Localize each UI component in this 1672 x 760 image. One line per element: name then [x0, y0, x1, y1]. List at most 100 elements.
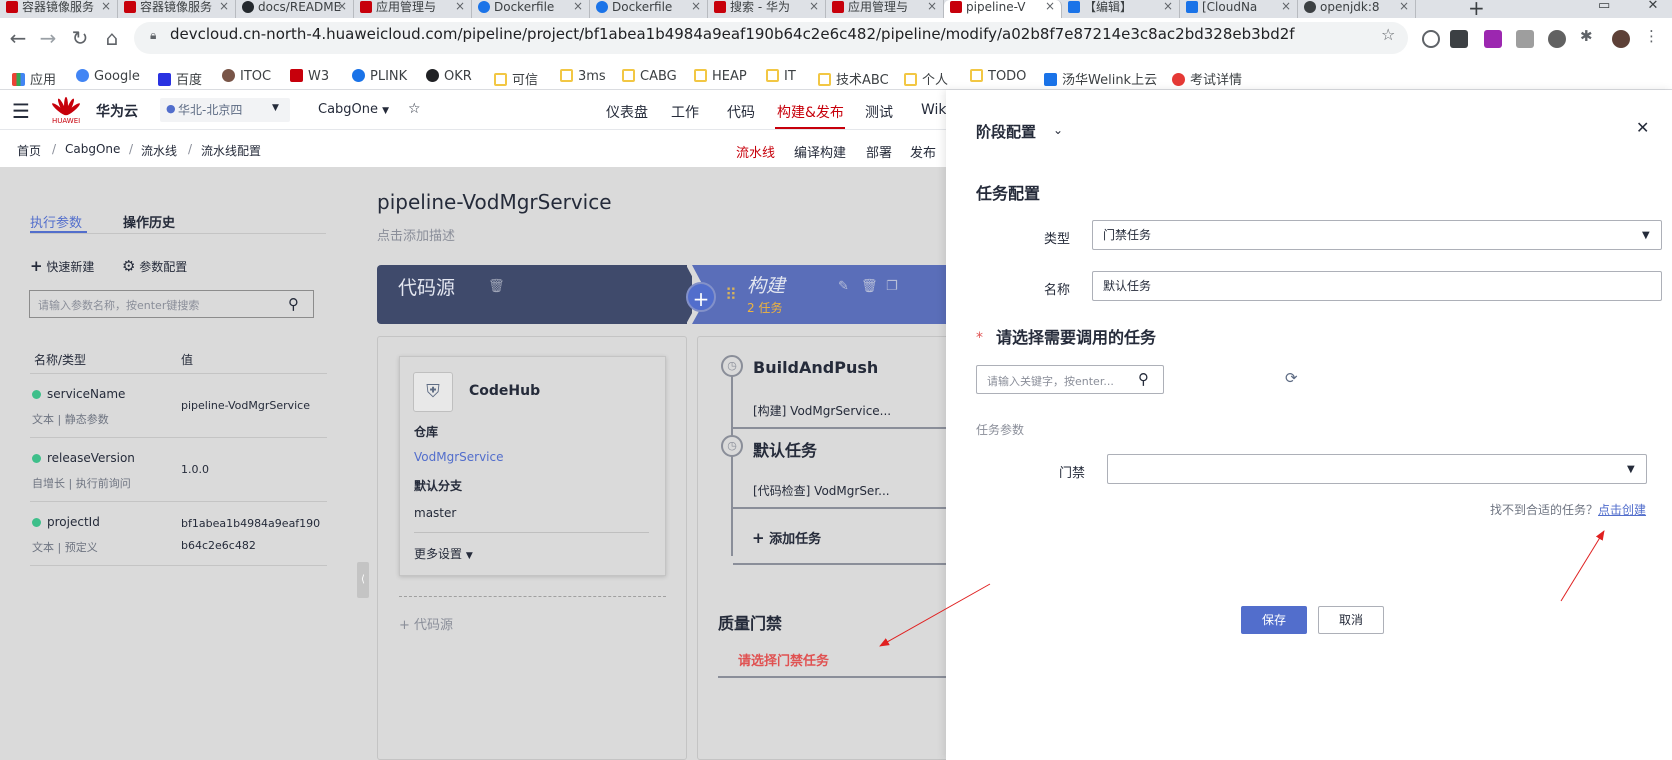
breadcrumb-project[interactable]: CabgOne — [65, 142, 120, 156]
browser-tab[interactable]: docs/README × — [236, 0, 354, 18]
bookmark-folder[interactable]: IT — [766, 69, 796, 84]
forward-arrow-icon[interactable]: → — [36, 26, 60, 50]
browser-tab[interactable]: openjdk:8 × — [1298, 0, 1416, 18]
subnav-deploy[interactable]: 部署 — [866, 142, 892, 161]
bookmark-folder[interactable]: HEAP — [694, 69, 747, 84]
bookmark-item[interactable]: PLINK — [352, 69, 407, 84]
menu-dots-icon[interactable]: ⋮ — [1644, 27, 1662, 45]
param-config-button[interactable]: ⚙ 参数配置 — [122, 257, 187, 275]
bookmark-item[interactable]: Google — [76, 69, 140, 84]
add-task-button[interactable]: + 添加任务 — [752, 528, 821, 547]
nav-build-release[interactable]: 构建&发布 — [777, 102, 844, 122]
extension-icon[interactable] — [1422, 30, 1440, 48]
refresh-icon[interactable]: ⟳ — [1285, 369, 1298, 387]
browser-tab[interactable]: 应用管理与 × — [826, 0, 944, 18]
browser-tab-active[interactable]: pipeline-V × — [944, 0, 1062, 18]
bookmark-item[interactable]: 汤华Welink上云 — [1044, 69, 1157, 88]
close-icon[interactable]: × — [337, 0, 347, 13]
close-icon[interactable]: × — [691, 0, 701, 13]
breadcrumb-home[interactable]: 首页 — [17, 142, 41, 159]
edit-icon[interactable]: ✎ — [838, 279, 849, 294]
bookmark-star-icon[interactable]: ☆ — [1381, 25, 1395, 44]
subnav-pipeline[interactable]: 流水线 — [736, 142, 775, 161]
bookmark-item[interactable]: 应用 — [12, 69, 56, 88]
tab-history[interactable]: 操作历史 — [123, 212, 175, 231]
bookmark-folder[interactable]: 3ms — [560, 69, 606, 84]
more-settings-button[interactable]: 更多设置 ▼ — [414, 545, 473, 562]
task-detail[interactable]: [代码检查] VodMgrSer... — [753, 482, 890, 499]
browser-tab[interactable]: Dockerfile × — [472, 0, 590, 18]
task-name[interactable]: 默认任务 — [753, 437, 817, 461]
reload-icon[interactable]: ↻ — [68, 26, 92, 50]
huawei-logo[interactable] — [52, 96, 80, 116]
name-input[interactable]: 默认任务 — [1092, 271, 1662, 301]
browser-tab[interactable]: 容器镜像服务 × — [0, 0, 118, 18]
save-button[interactable]: 保存 — [1241, 606, 1307, 634]
extension-icon[interactable] — [1548, 30, 1566, 48]
close-icon[interactable]: × — [1399, 0, 1409, 13]
close-icon[interactable]: × — [573, 0, 583, 13]
avatar[interactable] — [1612, 30, 1630, 48]
puzzle-icon[interactable]: ✱ — [1580, 27, 1598, 45]
nav-work[interactable]: 工作 — [671, 102, 699, 122]
chevron-down-icon[interactable]: ⌄ — [1053, 123, 1063, 137]
tab-exec-params[interactable]: 执行参数 — [30, 212, 82, 231]
cancel-button[interactable]: 取消 — [1318, 606, 1384, 634]
project-selector[interactable]: CabgOne ▼ — [318, 102, 389, 117]
browser-tab[interactable]: 【编辑】 × — [1062, 0, 1180, 18]
close-icon[interactable]: × — [101, 0, 111, 13]
favorite-star-icon[interactable]: ☆ — [408, 101, 421, 117]
drag-handle-icon[interactable]: ⠿ — [725, 285, 737, 304]
task-detail[interactable]: [构建] VodMgrService... — [753, 402, 891, 419]
browser-tab[interactable]: [CloudNa × — [1180, 0, 1298, 18]
nav-code[interactable]: 代码 — [727, 102, 755, 122]
browser-tab[interactable]: Dockerfile × — [590, 0, 708, 18]
browser-tab[interactable]: 容器镜像服务 × — [118, 0, 236, 18]
back-arrow-icon[interactable]: ← — [6, 26, 30, 50]
drawer-title[interactable]: 阶段配置 — [976, 121, 1036, 142]
lock-icon[interactable]: 🔒︎ — [150, 28, 156, 43]
region-selector[interactable]: 华北-北京四 — [160, 98, 290, 122]
close-icon[interactable]: × — [809, 0, 819, 13]
close-icon[interactable]: × — [1163, 0, 1173, 13]
add-source-button[interactable]: + 代码源 — [399, 614, 453, 633]
bookmark-folder[interactable]: CABG — [622, 69, 677, 84]
search-icon[interactable]: ⚲ — [1138, 370, 1149, 388]
close-icon[interactable]: × — [1045, 0, 1055, 13]
close-icon[interactable]: × — [455, 0, 465, 13]
create-link[interactable]: 点击创建 — [1598, 501, 1646, 518]
extension-icon[interactable] — [1484, 30, 1502, 48]
task-name[interactable]: BuildAndPush — [753, 358, 878, 377]
close-icon[interactable]: × — [219, 0, 229, 13]
bookmark-folder[interactable]: TODO — [970, 69, 1026, 84]
new-tab-button[interactable]: + — [1468, 0, 1485, 20]
extension-icon[interactable] — [1450, 30, 1468, 48]
bookmark-folder[interactable]: 个人 — [904, 69, 948, 88]
trash-icon[interactable]: 🗑︎ — [488, 279, 505, 294]
hamburger-menu-icon[interactable]: ☰ — [12, 99, 30, 123]
search-icon[interactable]: ⚲ — [288, 295, 299, 313]
copy-icon[interactable]: ❐ — [886, 279, 898, 294]
nav-dashboard[interactable]: 仪表盘 — [606, 102, 648, 122]
type-select[interactable]: 门禁任务 — [1092, 220, 1662, 250]
trash-icon[interactable]: 🗑︎ — [861, 279, 878, 294]
home-icon[interactable]: ⌂ — [100, 26, 124, 50]
subnav-compile-build[interactable]: 编译构建 — [794, 142, 846, 161]
bookmark-item[interactable]: OKR — [426, 69, 472, 84]
bookmark-item[interactable]: W3 — [290, 69, 329, 84]
browser-tab[interactable]: 搜索 - 华为 × — [708, 0, 826, 18]
breadcrumb-pipeline[interactable]: 流水线 — [141, 142, 177, 159]
window-controls[interactable]: ▭ ✕ — [1598, 0, 1658, 13]
close-icon[interactable]: × — [1281, 0, 1291, 13]
quick-create-button[interactable]: + 快速新建 — [30, 257, 94, 275]
add-stage-button[interactable]: + — [686, 282, 716, 312]
brand-name[interactable]: 华为云 — [96, 101, 138, 121]
select-gate-task-link[interactable]: 请选择门禁任务 — [738, 650, 829, 669]
gate-select[interactable] — [1107, 454, 1647, 484]
bookmark-item[interactable]: 考试详情 — [1172, 69, 1242, 88]
repo-link[interactable]: VodMgrService — [414, 450, 504, 464]
subnav-release[interactable]: 发布 — [910, 142, 936, 161]
extension-icon[interactable] — [1516, 30, 1534, 48]
collapse-panel-handle[interactable]: ⟨ — [357, 562, 369, 598]
browser-tab[interactable]: 应用管理与 × — [354, 0, 472, 18]
